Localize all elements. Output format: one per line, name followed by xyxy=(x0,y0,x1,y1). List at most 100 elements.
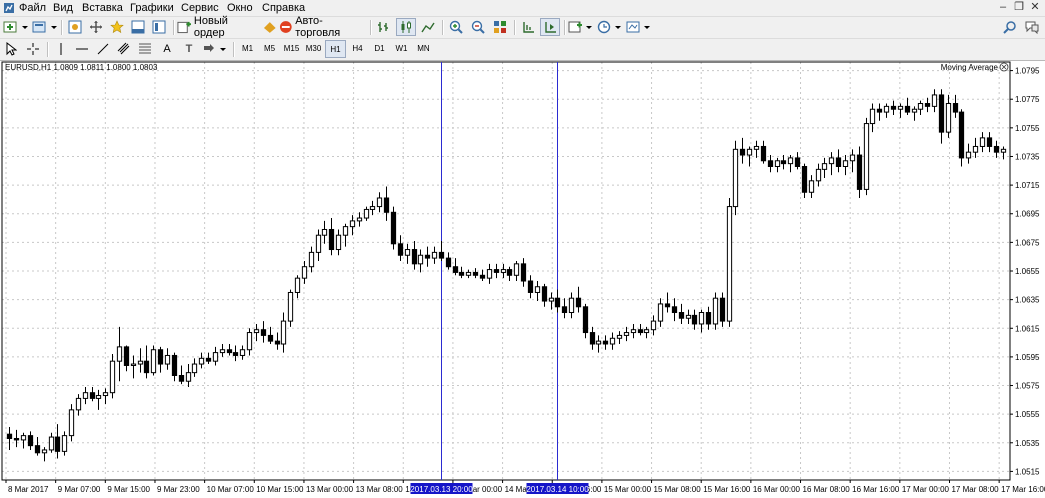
trendline-button[interactable] xyxy=(93,40,113,58)
candle-body xyxy=(123,346,130,366)
candle-body xyxy=(808,180,815,193)
profiles-button[interactable] xyxy=(31,18,59,36)
restore-button[interactable]: ❐ xyxy=(1011,1,1027,14)
crosshair-move-icon xyxy=(90,21,102,33)
tile-windows-button[interactable] xyxy=(490,18,510,36)
auto-trading-button[interactable]: Авто-торговля xyxy=(262,15,366,39)
candle-body xyxy=(924,103,931,107)
indicator-close-button[interactable] xyxy=(999,62,1009,72)
candle-body xyxy=(287,291,294,322)
candle-body xyxy=(95,395,102,399)
auto-scroll-button[interactable] xyxy=(518,18,538,36)
candle-body xyxy=(178,375,185,382)
new-chart-button[interactable] xyxy=(2,18,30,36)
tile-windows-icon xyxy=(494,21,506,33)
menu-view[interactable]: Вид xyxy=(53,1,73,15)
crosshair-button[interactable] xyxy=(23,40,43,58)
auto-trading-label: Авто-торговля xyxy=(295,15,341,39)
candlestick-chart-button[interactable] xyxy=(396,18,416,36)
menu-window[interactable]: Окно xyxy=(227,1,253,15)
menu-bar: Файл Вид Вставка Графики Сервис Окно Спр… xyxy=(0,0,1045,16)
timeframe-m5[interactable]: M5 xyxy=(259,40,280,58)
menu-help[interactable]: Справка xyxy=(262,1,305,15)
bar-chart-button[interactable] xyxy=(374,18,394,36)
candle-body xyxy=(719,297,726,322)
arrows-button[interactable] xyxy=(201,40,229,58)
candle-body xyxy=(260,329,267,336)
time-label: 16 Mar 16:00 xyxy=(852,485,900,494)
timeframe-d1[interactable]: D1 xyxy=(369,40,390,58)
market-watch-icon xyxy=(68,20,82,34)
candle-body xyxy=(534,286,541,293)
indicators-button[interactable] xyxy=(567,18,595,36)
timeframe-h1[interactable]: H1 xyxy=(325,40,346,58)
timeframe-h4[interactable]: H4 xyxy=(347,40,368,58)
chat-button[interactable] xyxy=(1022,18,1042,36)
line-chart-button[interactable] xyxy=(418,18,438,36)
new-order-button[interactable]: Новый ордер xyxy=(177,15,257,39)
market-watch-button[interactable] xyxy=(65,18,85,36)
menu-insert[interactable]: Вставка xyxy=(82,1,123,15)
vertical-line-button[interactable] xyxy=(51,40,71,58)
fibonacci-button[interactable] xyxy=(135,40,155,58)
terminal-button[interactable] xyxy=(128,18,148,36)
menu-file[interactable]: Файл xyxy=(19,1,46,15)
text-button[interactable]: A xyxy=(157,40,177,58)
zoom-in-button[interactable] xyxy=(446,18,466,36)
menu-tools[interactable]: Сервис xyxy=(181,1,219,15)
candle-body xyxy=(685,314,692,319)
candle-body xyxy=(500,269,507,273)
candle-body xyxy=(801,166,808,193)
candle-body xyxy=(212,352,219,362)
close-button[interactable]: ✕ xyxy=(1027,1,1043,14)
minimize-button[interactable]: – xyxy=(995,1,1011,14)
candle-body xyxy=(952,103,959,113)
trendline-icon xyxy=(97,43,109,55)
periods-button[interactable] xyxy=(596,18,624,36)
candle-body xyxy=(404,249,411,256)
candle-body xyxy=(349,220,356,228)
candle-body xyxy=(417,254,424,265)
navigator-button[interactable] xyxy=(107,18,127,36)
candle-body xyxy=(13,437,20,441)
menu-charts[interactable]: Графики xyxy=(130,1,174,15)
timeframe-m15[interactable]: M15 xyxy=(281,40,302,58)
timeframe-m30[interactable]: M30 xyxy=(303,40,324,58)
price-chart[interactable]: 1.0795 1.0775 1.0755 1.0735 1.0715 1.0695 1.06… xyxy=(0,60,1045,498)
new-order-label: Новый ордер xyxy=(193,15,228,39)
candle-body xyxy=(89,392,96,399)
strategy-tester-button[interactable] xyxy=(149,18,169,36)
chart-shift-button[interactable] xyxy=(540,18,560,36)
price-label: 1.0775 xyxy=(1015,95,1040,104)
zoom-out-button[interactable] xyxy=(468,18,488,36)
chart-info: EURUSD,H1 1.0809 1.0811 1.0800 1.0803 xyxy=(5,63,158,72)
timeframe-w1[interactable]: W1 xyxy=(391,40,412,58)
timeframe-mn[interactable]: MN xyxy=(413,40,434,58)
candle-body xyxy=(869,108,876,125)
data-window-button[interactable] xyxy=(86,18,106,36)
templates-button[interactable] xyxy=(625,18,653,36)
timeframe-m1[interactable]: M1 xyxy=(237,40,258,58)
candle-body xyxy=(835,157,842,167)
cursor-button[interactable] xyxy=(2,40,20,58)
candle-body xyxy=(328,228,335,251)
horizontal-line-button[interactable] xyxy=(72,40,92,58)
channel-button[interactable] xyxy=(114,40,134,58)
candle-body xyxy=(308,251,315,268)
candle-body xyxy=(6,433,13,439)
line-chart-icon xyxy=(421,22,435,33)
candle-body xyxy=(575,297,582,308)
candle-body xyxy=(191,363,198,374)
candle-body xyxy=(767,160,774,167)
candle-body xyxy=(321,228,328,236)
candle-body xyxy=(301,266,308,279)
text-label-button[interactable]: T xyxy=(179,40,199,58)
candle-body xyxy=(568,297,575,314)
candle-body xyxy=(842,160,849,167)
search-button[interactable] xyxy=(1001,18,1019,36)
candle-body xyxy=(506,269,513,276)
price-label: 1.0735 xyxy=(1015,152,1040,161)
candle-body xyxy=(650,320,657,331)
chart-window[interactable]: 1.0795 1.0775 1.0755 1.0735 1.0715 1.0695 1.06… xyxy=(0,60,1045,498)
zoom-out-icon xyxy=(471,20,485,34)
